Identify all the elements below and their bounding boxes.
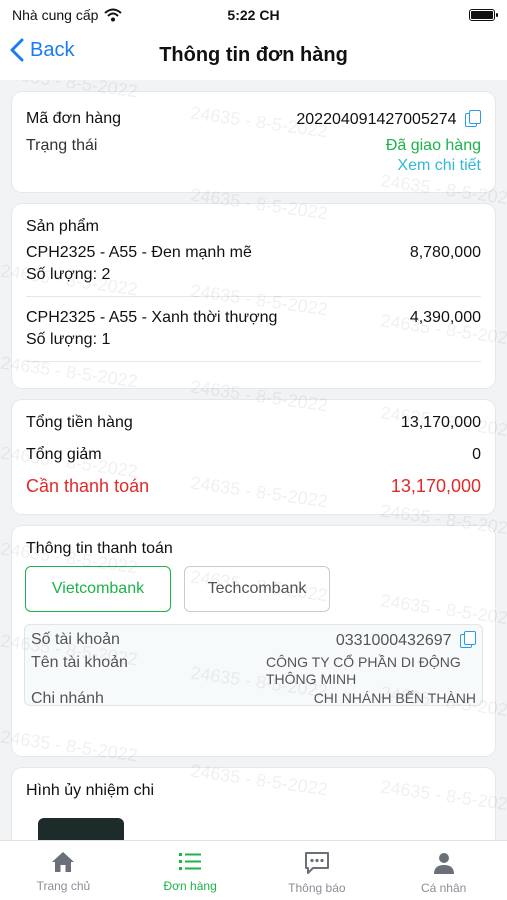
status-bar: Nhà cung cấp 5:22 CH — [0, 0, 507, 30]
chat-icon — [304, 852, 329, 874]
divider — [26, 296, 481, 297]
order-code-label: Mã đơn hàng — [26, 110, 121, 127]
copy-icon[interactable] — [465, 110, 481, 127]
product-qty: Số lượng: 1 — [26, 331, 111, 348]
proof-header: Hình ủy nhiệm chi — [26, 782, 155, 799]
status-label: Trạng thái — [26, 137, 98, 154]
product-item: CPH2325 - A55 - Đen mạnh mẽ 8,780,000 Số… — [26, 244, 481, 284]
nav-bar: Back Thông tin đơn hàng — [0, 30, 507, 80]
battery-icon — [469, 9, 498, 21]
branch-label: Chi nhánh — [31, 690, 104, 707]
products-header: Sản phẩm — [26, 218, 99, 235]
wifi-icon — [104, 8, 123, 22]
subtotal-value: 13,170,000 — [400, 414, 481, 431]
divider — [26, 361, 481, 362]
bank-option-techcombank[interactable]: Techcombank — [184, 566, 330, 612]
tab-label: Trang chủ — [36, 879, 91, 893]
amount-due-value: 13,170,000 — [390, 476, 481, 496]
product-qty: Số lượng: 2 — [26, 266, 111, 283]
product-price: 4,390,000 — [409, 309, 481, 326]
tab-label: Cá nhân — [420, 881, 467, 895]
order-info-card: Mã đơn hàng 202204091427005274 Trạng thá… — [12, 92, 495, 192]
account-name-line1: CÔNG TY CỔ PHẦN DI ĐỘNG — [266, 654, 461, 670]
account-name-label: Tên tài khoản — [31, 654, 128, 671]
back-label: Back — [30, 38, 75, 61]
discount-value: 0 — [472, 446, 481, 463]
person-icon — [433, 853, 454, 874]
subtotal-label: Tổng tiền hàng — [26, 414, 133, 431]
back-button[interactable]: Back — [10, 38, 74, 62]
product-name: CPH2325 - A55 - Xanh thời thượng — [26, 309, 278, 326]
tab-profile[interactable]: Cá nhân — [380, 841, 507, 900]
account-no-label: Số tài khoản — [31, 631, 120, 648]
product-item: CPH2325 - A55 - Xanh thời thượng 4,390,0… — [26, 309, 481, 349]
tab-orders[interactable]: Đơn hàng — [127, 841, 254, 900]
tab-home[interactable]: Trang chủ — [0, 841, 127, 900]
payment-info-card: Thông tin thanh toán Vietcombank Techcom… — [12, 526, 495, 756]
bank-option-vietcombank[interactable]: Vietcombank — [25, 566, 171, 612]
product-price: 8,780,000 — [409, 244, 481, 261]
account-name-line2: THÔNG MINH — [266, 671, 357, 687]
tab-label: Đơn hàng — [163, 879, 217, 893]
view-detail-link[interactable]: Xem chi tiết — [397, 157, 481, 175]
account-no: 0331000432697 — [335, 632, 452, 649]
tab-notifications[interactable]: Thông báo — [254, 841, 381, 900]
payment-header: Thông tin thanh toán — [26, 540, 173, 557]
list-icon — [179, 853, 202, 870]
copy-icon[interactable] — [460, 631, 476, 648]
bank-account-details: Số tài khoản 0331000432697 Tên tài khoản… — [24, 624, 483, 707]
totals-card: Tổng tiền hàng 13,170,000 Tổng giảm 0 Cầ… — [12, 400, 495, 514]
order-detail-content[interactable]: Mã đơn hàng 202204091427005274 Trạng thá… — [0, 80, 507, 840]
products-card: Sản phẩm CPH2325 - A55 - Đen mạnh mẽ 8,7… — [12, 204, 495, 388]
tab-label: Thông báo — [288, 881, 346, 895]
page-title: Thông tin đơn hàng — [159, 43, 348, 66]
chevron-left-icon — [10, 38, 24, 62]
payment-proof-thumbnail[interactable] — [38, 818, 124, 840]
carrier-label: Nhà cung cấp — [12, 7, 99, 23]
amount-due-label: Cần thanh toán — [26, 476, 150, 496]
payment-proof-card: Hình ủy nhiệm chi — [12, 768, 495, 840]
tab-bar: Trang chủ Đơn hàng Thông báo Cá nhân — [0, 840, 507, 900]
home-icon — [52, 852, 75, 872]
discount-label: Tổng giảm — [26, 446, 102, 463]
branch-value: CHI NHÁNH BẾN THÀNH — [313, 690, 476, 706]
order-status: Đã giao hàng — [385, 137, 481, 154]
order-code: 202204091427005274 — [296, 111, 457, 128]
product-name: CPH2325 - A55 - Đen mạnh mẽ — [26, 244, 252, 261]
